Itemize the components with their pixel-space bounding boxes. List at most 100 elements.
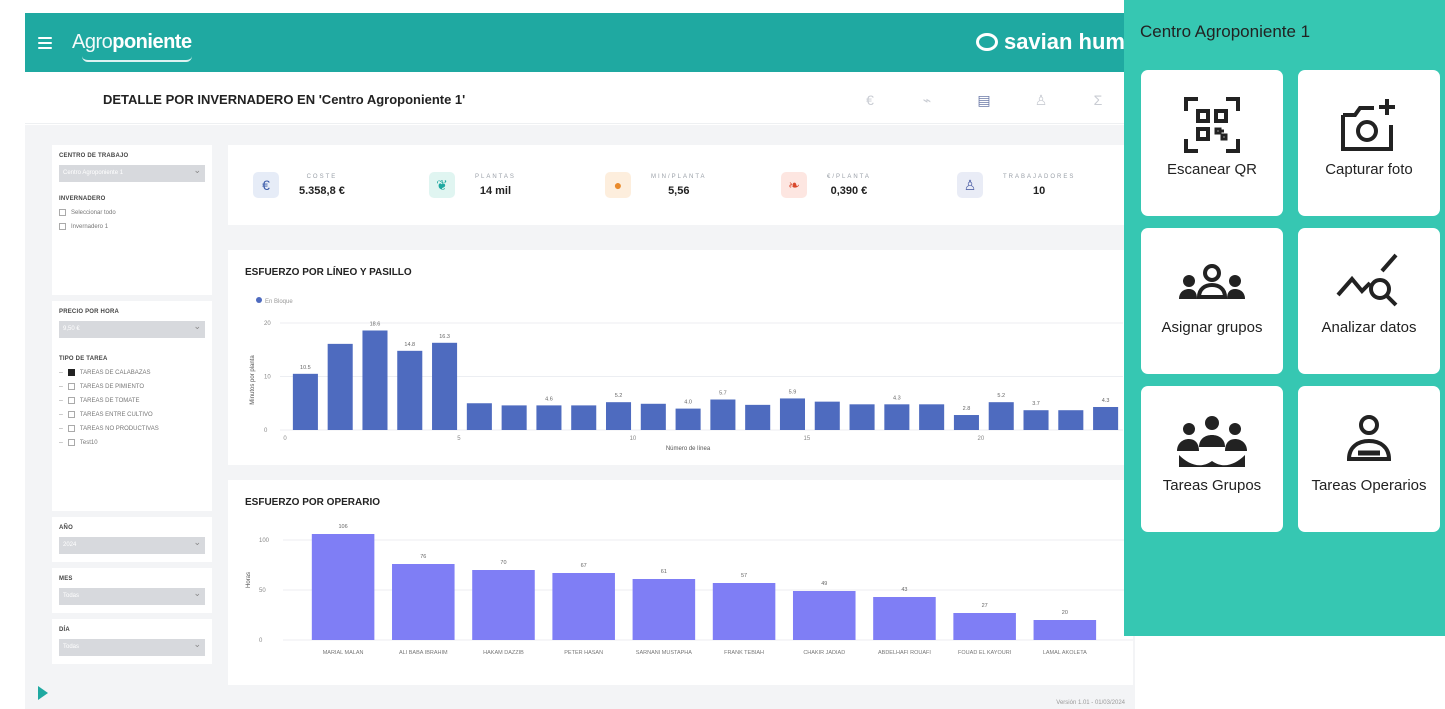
bar	[605, 402, 632, 430]
x-tick-label: CHAKIR JADIAD	[803, 650, 845, 656]
report-icon[interactable]: ▤	[974, 90, 994, 110]
page-header: DETALLE POR INVERNADERO EN 'Centro Agrop…	[25, 72, 1135, 124]
worker-icon[interactable]: ♙	[1031, 90, 1051, 110]
x-tick-label: PETER HASAN	[564, 650, 603, 656]
kpi-value: 14 mil	[479, 184, 512, 197]
filter-box-dia: DÍA Todas	[52, 619, 212, 664]
option-label: Invernadero 1	[71, 223, 109, 230]
kpi-value: 5,56	[668, 184, 690, 197]
chart-lines-title: ESFUERZO POR LÍNEO Y PASILLO	[245, 267, 412, 278]
dashboard-main: CENTRO DE TRABAJO Centro Agroponiente 1 …	[25, 125, 1135, 709]
data-label: 61	[661, 569, 667, 575]
tile-asignar-grupos[interactable]: Asignar grupos	[1141, 228, 1283, 374]
ano-select[interactable]: 2024	[59, 537, 205, 554]
chart-icon[interactable]: ⌁	[917, 90, 937, 110]
kpi-label: COSTE	[306, 173, 338, 180]
group-assign-icon	[1177, 250, 1247, 315]
tile-tareas-grupos[interactable]: Tareas Grupos	[1141, 386, 1283, 532]
bar	[1033, 620, 1097, 640]
bar	[1058, 410, 1084, 430]
bar	[397, 350, 423, 430]
checkbox[interactable]	[67, 369, 75, 376]
bar	[571, 405, 597, 430]
bar	[873, 597, 936, 640]
bar	[919, 404, 945, 430]
operator-tasks-icon	[1344, 408, 1394, 473]
centro-select[interactable]: Centro Agroponiente 1	[59, 165, 205, 182]
leaf-icon: ❧	[781, 172, 807, 198]
mobile-panel: Centro Agroponiente 1 Escanear QR Captur…	[1124, 0, 1445, 636]
x-tick-label: LAMAL AKOLETA	[1043, 650, 1087, 656]
bar	[745, 404, 771, 430]
logo-text-light: Agro	[72, 31, 113, 53]
option-label: TAREAS DE PIMIENTO	[79, 383, 145, 390]
tile-escanear-qr[interactable]: Escanear QR	[1141, 70, 1283, 216]
option-label: TAREAS DE TOMATE	[79, 397, 140, 404]
tipo-option[interactable]: – TAREAS DE CALABAZAS	[59, 369, 205, 376]
option-label: Test10	[79, 439, 98, 446]
x-tick-label: 5	[457, 436, 461, 442]
bar	[884, 404, 910, 430]
y-tick-label: 0	[264, 428, 268, 434]
precio-select[interactable]: 9,50 €	[59, 321, 205, 338]
bar	[432, 342, 458, 430]
x-tick-label: ABDELHAFI ROUAFI	[878, 650, 931, 656]
header-toolbar: € ⌁ ▤ ♙ Σ	[860, 90, 1108, 110]
data-label: 4.6	[545, 396, 553, 402]
data-label: 67	[581, 563, 587, 569]
invernadero-label: INVERNADERO	[59, 196, 106, 202]
checkbox[interactable]	[67, 411, 75, 418]
tipo-option[interactable]: – Test10	[59, 439, 205, 446]
data-label: 4.3	[893, 395, 901, 401]
filter-box-mes: MES Todas	[52, 568, 212, 613]
tile-label: Tareas Grupos	[1162, 477, 1262, 494]
tile-analizar-datos[interactable]: Analizar datos	[1298, 228, 1440, 374]
sum-icon[interactable]: Σ	[1088, 90, 1108, 110]
kpi-coste: € COSTE 5.358,8 €	[253, 172, 429, 198]
data-label: 5.2	[615, 393, 623, 399]
dia-select[interactable]: Todas	[59, 639, 205, 656]
tipo-option[interactable]: – TAREAS DE PIMIENTO	[59, 383, 205, 390]
tile-capturar-foto[interactable]: Capturar foto	[1298, 70, 1440, 216]
x-tick-label: FRANK TEBIAH	[724, 650, 764, 656]
kpi-row: € COSTE 5.358,8 € ❦ PLANTAS 14 mil ● MIN/P…	[228, 145, 1133, 225]
checkbox[interactable]	[67, 425, 75, 432]
checkbox[interactable]	[67, 439, 75, 446]
checkbox[interactable]	[67, 383, 75, 390]
x-tick-label: 20	[977, 436, 984, 442]
bar	[710, 399, 736, 430]
tipo-option[interactable]: – TAREAS DE TOMATE	[59, 397, 205, 404]
bar	[292, 373, 318, 430]
data-label: 76	[420, 554, 426, 560]
tile-tareas-operarios[interactable]: Tareas Operarios	[1298, 386, 1440, 532]
panel-title: Centro Agroponiente 1	[1140, 22, 1311, 41]
data-label: 2.8	[963, 406, 971, 412]
invernadero-option[interactable]: Seleccionar todo	[59, 209, 205, 216]
mes-label: MES	[59, 576, 73, 582]
kpi-europlanta: ❧ €/PLANTA 0,390 €	[781, 172, 957, 198]
data-label: 5.2	[997, 393, 1005, 399]
checkbox[interactable]	[59, 209, 66, 216]
x-tick-label: FOUAD EL KAYOURI	[958, 650, 1012, 656]
tile-label: Escanear QR	[1166, 161, 1258, 178]
chart-operators-card: ESFUERZO POR OPERARIO 0 50 100 Horas 106 MARI…	[228, 480, 1133, 685]
checkbox[interactable]	[59, 223, 66, 230]
data-label: 106	[339, 524, 348, 530]
x-axis-label: Número de línea	[666, 446, 711, 452]
invernadero-option[interactable]: Invernadero 1	[59, 223, 205, 230]
bar	[552, 573, 615, 640]
kpi-value: 10	[1033, 184, 1046, 197]
y-tick-label: 50	[259, 588, 266, 594]
menu-icon[interactable]	[38, 36, 52, 49]
bar	[466, 403, 492, 430]
mes-select[interactable]: Todas	[59, 588, 205, 605]
legend-label: En Bloque	[265, 299, 293, 305]
bar	[392, 564, 455, 640]
tipo-option[interactable]: – TAREAS NO PRODUCTIVAS	[59, 425, 205, 432]
bar	[814, 401, 840, 430]
x-tick-label: 15	[804, 436, 811, 442]
tipo-option[interactable]: – TAREAS ENTRE CULTIVO	[59, 411, 205, 418]
checkbox[interactable]	[67, 397, 75, 404]
bar	[792, 591, 856, 640]
euro-icon[interactable]: €	[860, 90, 880, 110]
